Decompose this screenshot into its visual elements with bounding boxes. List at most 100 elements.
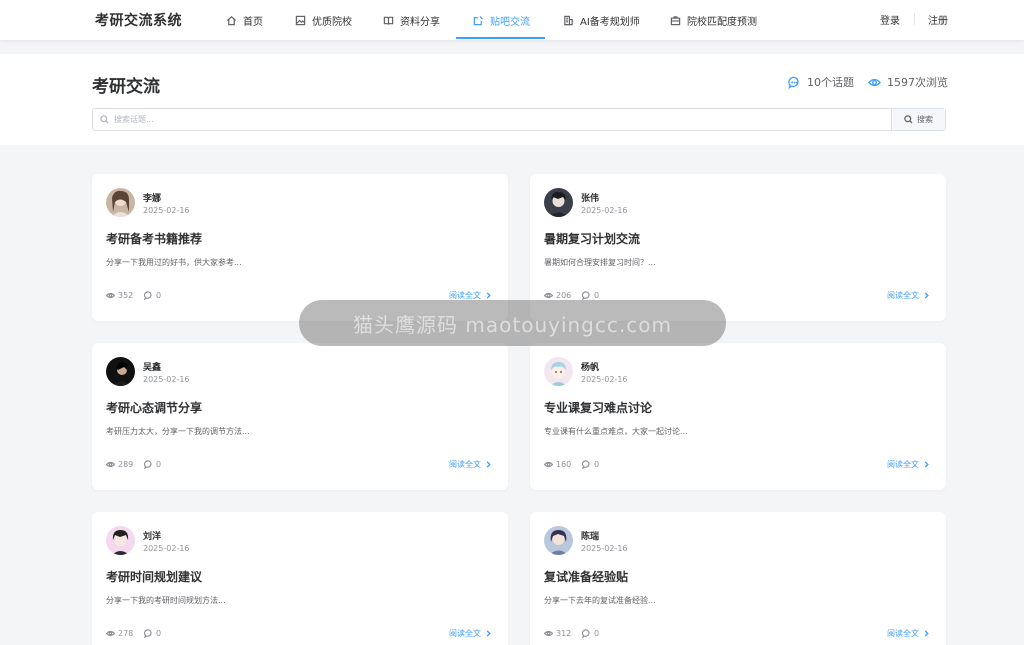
post-card[interactable]: 李娜 2025-02-16 考研备考书籍推荐 分享一下我用过的好书，供大家参考.…	[92, 174, 508, 321]
read-more-label: 阅读全文	[887, 629, 919, 638]
post-title[interactable]: 考研备考书籍推荐	[106, 230, 202, 247]
nav-item-ai-planner[interactable]: AI备考规划师	[563, 0, 640, 40]
post-views: 352	[106, 291, 133, 300]
post-comments: 0	[144, 460, 161, 469]
post-comments-count: 0	[156, 291, 162, 300]
site-brand[interactable]: 考研交流系统	[95, 10, 182, 30]
read-more-link[interactable]: 阅读全文	[887, 290, 930, 301]
nav-item-home[interactable]: 首页	[226, 0, 263, 40]
post-comments-count: 0	[594, 629, 600, 638]
post-excerpt: 分享一下去年的复试准备经验...	[544, 596, 656, 605]
post-author[interactable]: 吴鑫	[143, 360, 161, 373]
read-more-link[interactable]: 阅读全文	[887, 628, 930, 639]
post-views-count: 312	[556, 629, 572, 638]
search-icon	[904, 115, 913, 124]
nav-item-forum[interactable]: 贴吧交流	[473, 0, 530, 40]
read-more-label: 阅读全文	[449, 629, 481, 638]
top-navbar: 考研交流系统 首页 优质院校 资料分享 贴吧交流 AI备考规划师 院校匹配度预测…	[0, 0, 1024, 40]
post-title[interactable]: 暑期复习计划交流	[544, 230, 640, 247]
post-author[interactable]: 刘洋	[143, 529, 161, 542]
avatar	[106, 357, 135, 386]
comment-icon	[582, 291, 590, 300]
eye-icon	[544, 292, 553, 299]
image-icon	[295, 15, 306, 25]
post-card[interactable]: 杨帆 2025-02-16 专业课复习难点讨论 专业课有什么重点难点，大家一起讨…	[530, 343, 946, 490]
post-title[interactable]: 专业课复习难点讨论	[544, 399, 652, 416]
post-comments-count: 0	[594, 291, 600, 300]
home-icon	[226, 15, 237, 25]
building-icon	[564, 15, 573, 25]
post-card[interactable]: 张伟 2025-02-16 暑期复习计划交流 暑期如何合理安排复习时间？... …	[530, 174, 946, 321]
active-tab-indicator	[456, 37, 545, 39]
nav-item-match-predict[interactable]: 院校匹配度预测	[670, 0, 757, 40]
comment-icon	[582, 460, 590, 469]
post-views-count: 160	[556, 460, 572, 469]
post-card[interactable]: 陈瑞 2025-02-16 复试准备经验贴 分享一下去年的复试准备经验... 3…	[530, 512, 946, 645]
post-author[interactable]: 陈瑞	[581, 529, 599, 542]
comment-icon	[144, 629, 152, 638]
post-views: 289	[106, 460, 133, 469]
post-views-count: 278	[118, 629, 134, 638]
post-date: 2025-02-16	[143, 206, 190, 215]
post-comments: 0	[144, 291, 161, 300]
post-author[interactable]: 张伟	[581, 191, 599, 204]
avatar	[106, 526, 135, 555]
read-more-label: 阅读全文	[449, 460, 481, 469]
post-views-count: 206	[556, 291, 572, 300]
post-author[interactable]: 杨帆	[581, 360, 599, 373]
post-date: 2025-02-16	[143, 375, 190, 384]
post-excerpt: 分享一下我用过的好书，供大家参考...	[106, 258, 242, 267]
post-comments: 0	[582, 629, 599, 638]
post-comments-count: 0	[156, 629, 162, 638]
search-button-label: 搜索	[917, 115, 933, 124]
nav-item-label: 优质院校	[312, 16, 352, 28]
post-comments: 0	[144, 629, 161, 638]
nav-item-label: 首页	[243, 16, 263, 28]
post-views: 312	[544, 629, 571, 638]
post-title[interactable]: 考研时间规划建议	[106, 568, 202, 585]
post-card[interactable]: 刘洋 2025-02-16 考研时间规划建议 分享一下我的考研时间规划方法...…	[92, 512, 508, 645]
book-icon	[383, 16, 394, 25]
eye-icon	[106, 292, 115, 299]
chevron-right-icon	[486, 630, 491, 637]
post-card[interactable]: 吴鑫 2025-02-16 考研心态调节分享 考研压力太大，分享一下我的调节方法…	[92, 343, 508, 490]
auth-divider	[914, 13, 915, 25]
eye-icon	[106, 630, 115, 637]
comment-icon	[582, 629, 590, 638]
read-more-link[interactable]: 阅读全文	[449, 459, 492, 470]
avatar	[544, 188, 573, 217]
register-link[interactable]: 注册	[928, 12, 948, 27]
chat-bubble-icon	[788, 76, 799, 89]
chevron-right-icon	[486, 292, 491, 299]
nav-item-universities[interactable]: 优质院校	[295, 0, 352, 40]
read-more-label: 阅读全文	[887, 460, 919, 469]
avatar	[544, 357, 573, 386]
nav-item-label: AI备考规划师	[580, 16, 640, 28]
login-link[interactable]: 登录	[880, 12, 900, 27]
nav-item-materials[interactable]: 资料分享	[383, 0, 440, 40]
view-count-text: 1597次浏览	[887, 76, 948, 89]
comment-icon	[144, 460, 152, 469]
post-views: 160	[544, 460, 571, 469]
post-title[interactable]: 考研心态调节分享	[106, 399, 202, 416]
search-input[interactable]	[93, 109, 891, 130]
eye-icon	[868, 78, 881, 86]
nav-item-label: 院校匹配度预测	[687, 16, 757, 28]
search-button[interactable]: 搜索	[891, 109, 945, 130]
read-more-link[interactable]: 阅读全文	[887, 459, 930, 470]
post-excerpt: 暑期如何合理安排复习时间？...	[544, 258, 656, 267]
post-excerpt: 分享一下我的考研时间规划方法...	[106, 596, 226, 605]
post-title[interactable]: 复试准备经验贴	[544, 568, 628, 585]
read-more-link[interactable]: 阅读全文	[449, 628, 492, 639]
post-author[interactable]: 李娜	[143, 191, 161, 204]
post-comments-count: 0	[594, 460, 600, 469]
avatar	[106, 188, 135, 217]
eye-icon	[544, 461, 553, 468]
post-comments: 0	[582, 460, 599, 469]
briefcase-icon	[670, 15, 681, 25]
page-title: 考研交流	[92, 77, 160, 97]
post-views: 206	[544, 291, 571, 300]
post-date: 2025-02-16	[143, 544, 190, 553]
topic-count: 10个话题	[788, 74, 854, 90]
avatar	[544, 526, 573, 555]
